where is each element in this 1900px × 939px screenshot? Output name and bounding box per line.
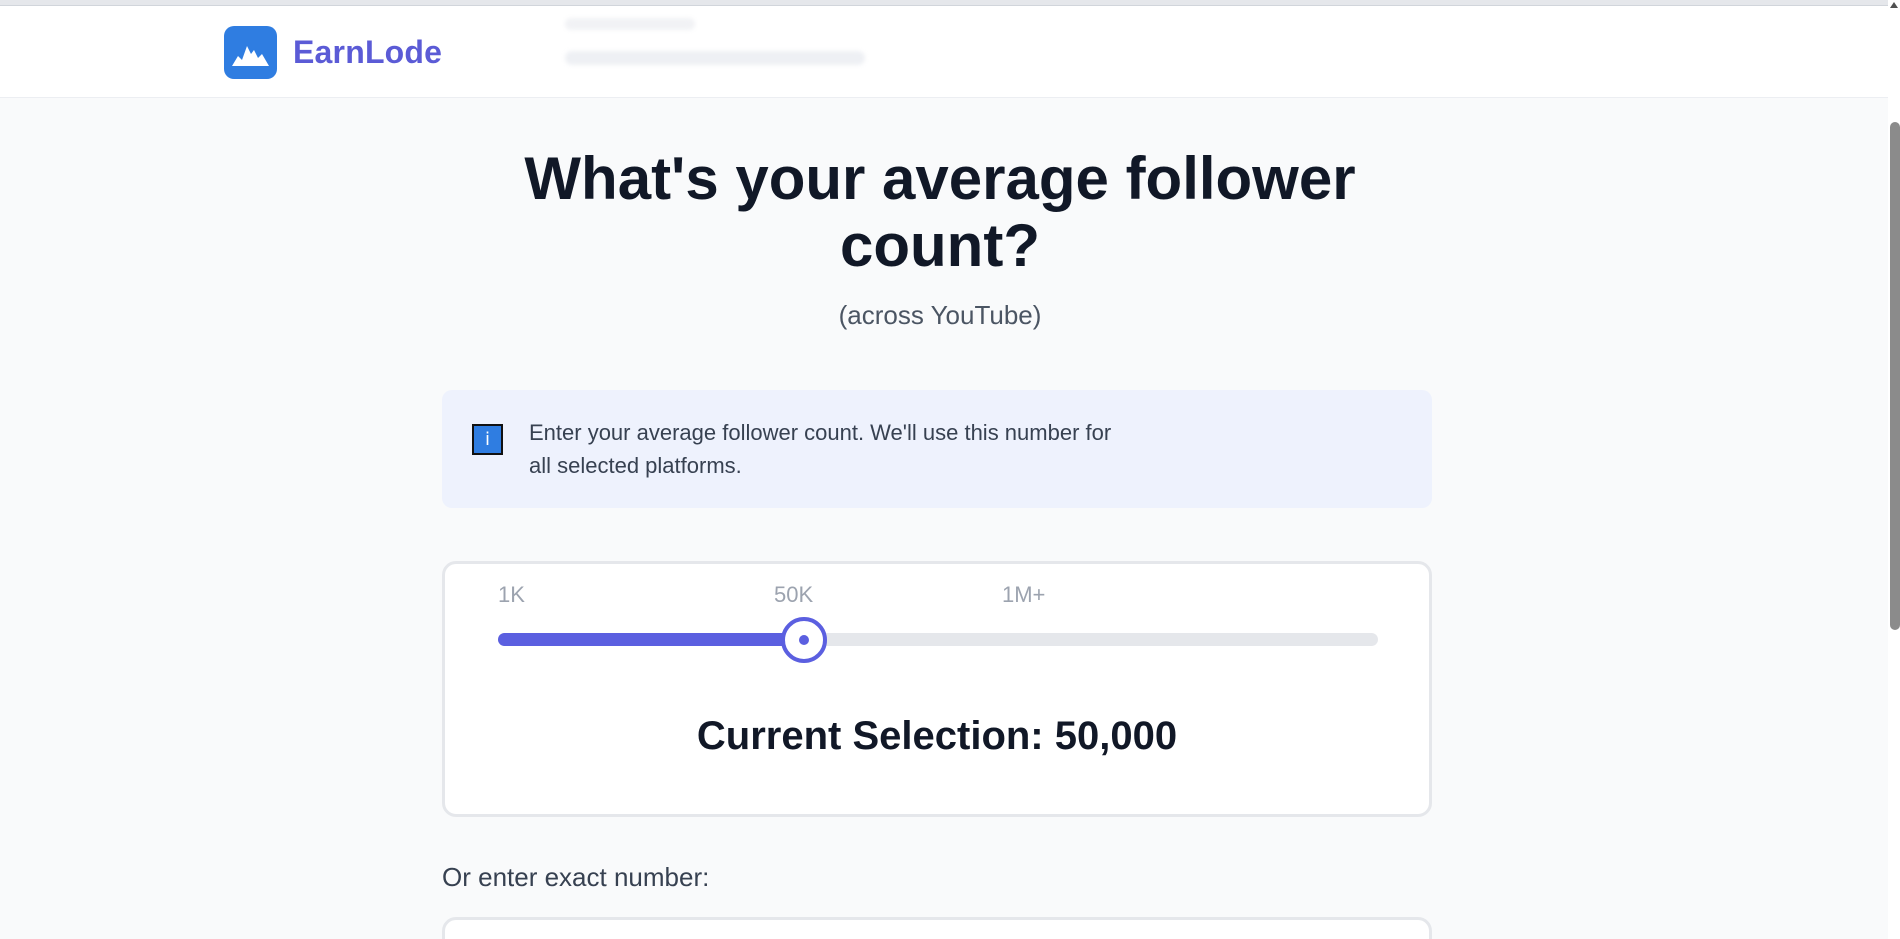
blurred-placeholder — [565, 51, 865, 65]
slider-thumb[interactable] — [781, 617, 828, 663]
info-callout: i Enter your average follower count. We'… — [442, 390, 1432, 508]
mountain-chart-icon[interactable] — [224, 26, 277, 79]
tick-label-min: 1K — [498, 582, 525, 607]
scrollbar-thumb[interactable] — [1890, 122, 1900, 630]
exact-number-input[interactable] — [442, 917, 1432, 939]
tick-label-max: 1M+ — [1002, 582, 1046, 607]
follower-slider-card: 1K 50K 1M+ Current Selection: 50,000 — [442, 561, 1432, 817]
slider-thumb-dot — [799, 635, 810, 645]
site-header: EarnLode — [0, 6, 1888, 98]
page-subtitle: (across YouTube) — [838, 300, 1042, 330]
slider-track[interactable] — [498, 633, 1378, 646]
info-text: Enter your average follower count. We'll… — [529, 420, 1112, 478]
page: EarnLode What's your average follower co… — [0, 0, 1900, 939]
scroll-up-arrow-icon[interactable] — [1890, 2, 1898, 8]
page-title: What's your average follower count? — [524, 145, 1356, 279]
blurred-placeholder — [565, 18, 695, 30]
exact-number-label: Or enter exact number: — [442, 862, 710, 892]
slider-fill — [498, 633, 805, 646]
brand-name[interactable]: EarnLode — [293, 34, 442, 71]
info-icon: i — [472, 424, 503, 455]
scrollbar[interactable] — [1888, 0, 1900, 939]
current-selection: Current Selection: 50,000 — [696, 714, 1178, 758]
tick-label-mid: 50K — [774, 582, 814, 607]
